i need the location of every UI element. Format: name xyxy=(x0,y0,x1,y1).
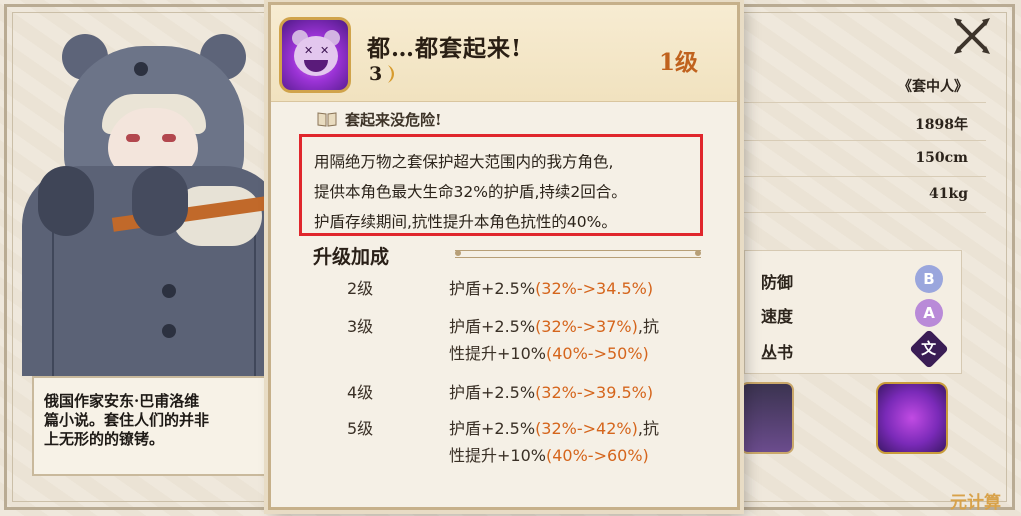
effect-change: (32%->39.5%) xyxy=(535,383,654,402)
info-row-work: 《套中人》 xyxy=(736,68,986,103)
bear-eye-right: ✕ xyxy=(320,44,330,57)
effect-text: ,抗 xyxy=(637,419,659,438)
divider-dot xyxy=(455,250,461,256)
skill-thumbnail-2[interactable] xyxy=(876,382,948,454)
effect-change: (32%->34.5%) xyxy=(535,279,654,298)
hood-button xyxy=(134,62,148,76)
skill-bear-icon: ✕ ✕ xyxy=(279,17,351,93)
effect-text: 护盾+2.5% xyxy=(449,383,536,402)
attr-row-series: 丛书 文 xyxy=(755,329,955,369)
divider-dot xyxy=(695,250,701,256)
effect-text: ,抗 xyxy=(637,317,659,336)
book-icon xyxy=(317,112,337,127)
info-work-value: 《套中人》 xyxy=(898,79,968,95)
mitten-left xyxy=(38,166,94,236)
skill-name: 都…都套起来! xyxy=(367,35,523,62)
close-button[interactable] xyxy=(948,16,996,56)
series-badge-text: 文 xyxy=(921,339,937,358)
popup-header: ✕ ✕ 都…都套起来! 3 1级 xyxy=(271,5,737,102)
description-line: 用隔绝万物之套保护超大范围内的我方角色, xyxy=(314,153,614,171)
mitten-right xyxy=(132,166,188,236)
coat-button xyxy=(162,324,176,338)
skill-description: 用隔绝万物之套保护超大范围内的我方角色, 提供本角色最大生命32%的护盾,持续2… xyxy=(314,147,699,237)
effect-change: (32%->37%) xyxy=(535,317,638,336)
description-line: 护盾存续期间,抗性提升本角色抗性的40%。 xyxy=(314,213,617,231)
watermark-text: 元计算 xyxy=(950,493,1001,513)
effect-text: 护盾+2.5% xyxy=(449,317,536,336)
close-icon xyxy=(954,18,990,54)
bio-box: 俄国作家安东·巴甫洛维 篇小说。套住人们的并非 上无形的的镣铐。 xyxy=(32,376,277,476)
skill-level: 1级 xyxy=(659,49,699,76)
grade-badge-icon: B xyxy=(915,265,943,293)
attr-label: 速度 xyxy=(761,307,794,326)
description-line: 提供本角色最大生命32%的护盾,持续2回合。 xyxy=(314,183,627,201)
level-label: 5级 xyxy=(347,419,374,438)
level-label: 4级 xyxy=(347,383,374,402)
info-height-value: 150cm xyxy=(915,150,968,166)
level-effect: 护盾+2.5%(32%->39.5%) xyxy=(449,379,709,406)
level-effect: 护盾+2.5%(32%->42%),抗 性提升+10%(40%->60%) xyxy=(449,415,709,469)
bio-text: 俄国作家安东·巴甫洛维 篇小说。套住人们的并非 上无形的的镣铐。 xyxy=(44,392,210,448)
effect-text: 护盾+2.5% xyxy=(449,419,536,438)
level-effect: 护盾+2.5%(32%->34.5%) xyxy=(449,275,709,302)
skill-subtitle: 套起来没危险! xyxy=(345,111,442,129)
character-eye-right xyxy=(162,134,176,142)
info-weight-value: 41kg xyxy=(929,186,968,202)
level-label: 3级 xyxy=(347,317,374,336)
attr-row-defense: 防御 B xyxy=(755,265,955,295)
attribute-panel: 防御 B 速度 A 丛书 文 xyxy=(744,250,962,374)
description-highlight-box: 用隔绝万物之套保护超大范围内的我方角色, 提供本角色最大生命32%的护盾,持续2… xyxy=(299,134,703,236)
skill-popup: ✕ ✕ 都…都套起来! 3 1级 套起来没危险! 用隔绝万物之套保护超大范围内的… xyxy=(268,2,740,510)
upgrade-title: 升级加成 xyxy=(313,246,390,268)
bear-eye-left: ✕ xyxy=(304,44,314,57)
info-row-height: 150cm xyxy=(736,142,986,177)
character-portrait xyxy=(22,16,284,376)
info-row-weight: 41kg xyxy=(736,178,986,213)
effect-text: 性提升+10% xyxy=(449,446,546,465)
upgrade-divider xyxy=(455,250,701,258)
info-row-year: 1898年 xyxy=(736,106,986,141)
energy-cost-icon xyxy=(388,65,394,83)
series-badge-icon: 文 xyxy=(909,329,949,369)
level-effect: 护盾+2.5%(32%->37%),抗 性提升+10%(40%->50%) xyxy=(449,313,709,367)
skill-thumbnail-1[interactable] xyxy=(740,382,794,454)
effect-change: (40%->60%) xyxy=(545,446,649,465)
info-year-value: 1898年 xyxy=(915,117,968,133)
coat-button xyxy=(162,284,176,298)
effect-change: (32%->42%) xyxy=(535,419,638,438)
attr-label: 防御 xyxy=(761,273,794,292)
effect-change: (40%->50%) xyxy=(545,344,649,363)
effect-text: 性提升+10% xyxy=(449,344,546,363)
attr-label: 丛书 xyxy=(761,343,794,362)
grade-badge-icon: A xyxy=(915,299,943,327)
attr-row-speed: 速度 A xyxy=(755,299,955,329)
character-eye-left xyxy=(126,134,140,142)
effect-text: 护盾+2.5% xyxy=(449,279,536,298)
skill-cost: 3 xyxy=(369,63,383,85)
level-label: 2级 xyxy=(347,279,374,298)
